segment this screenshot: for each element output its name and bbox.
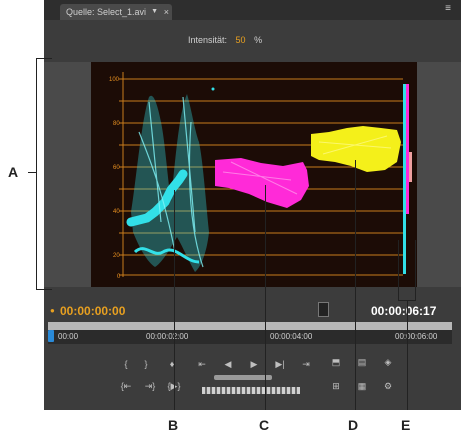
jog-wheel[interactable]: [202, 387, 300, 394]
intensity-value[interactable]: 50: [236, 35, 246, 45]
scale-label: 60: [113, 165, 120, 171]
ruler-label: 00:00:06:00: [395, 332, 438, 341]
ruler-label: 00:00:04:00: [270, 332, 313, 341]
close-icon[interactable]: ×: [164, 4, 169, 20]
playhead-marker-icon: ●: [50, 306, 55, 315]
scale-label: 20: [113, 253, 120, 259]
panel-menu-icon[interactable]: ≡: [445, 3, 451, 14]
scope-gutter-left: [44, 62, 91, 287]
waveform-scope: 100 80 60 40 20 0: [91, 62, 417, 287]
go-to-in-icon[interactable]: ⇤: [194, 358, 210, 370]
leader-e: [407, 300, 408, 410]
magenta-trace: [215, 158, 309, 208]
tab-label: Quelle: Select_1.avi: [66, 7, 147, 17]
cyan-trace: [126, 87, 215, 272]
bracket-a-tick: [28, 172, 37, 173]
ruler-label: 00:00:02:00: [146, 332, 189, 341]
callout-a: A: [8, 164, 19, 180]
intensity-label: Intensität:: [188, 35, 228, 45]
step-forward-icon[interactable]: ▶|: [272, 358, 288, 370]
output-icon[interactable]: ▦: [354, 380, 370, 392]
bracket-a-vertical: [36, 58, 37, 290]
playhead-handle[interactable]: [48, 330, 54, 342]
step-back-icon[interactable]: ◀: [220, 358, 236, 370]
channel-bars: [403, 84, 412, 274]
shuttle-slider[interactable]: [214, 375, 272, 380]
callout-e: E: [401, 417, 411, 433]
tab-source[interactable]: Quelle: Select_1.avi ▼ ×: [60, 4, 172, 20]
scale-label: 40: [113, 209, 120, 215]
scope-scale-labels: 100 80 60 40 20 0: [109, 77, 121, 280]
zoom-toggle-button[interactable]: [318, 302, 329, 317]
mark-in-icon[interactable]: {: [118, 358, 134, 370]
waveform-svg: 100 80 60 40 20 0: [109, 72, 412, 280]
timeline-ruler[interactable]: [48, 322, 452, 330]
insert-icon[interactable]: ⬒: [328, 356, 344, 368]
set-marker-icon[interactable]: ♦: [164, 358, 180, 370]
go-to-prev-marker-icon[interactable]: {⇤: [118, 380, 134, 392]
bracket-e-right: [415, 240, 416, 300]
yellow-trace: [311, 126, 401, 172]
export-frame-icon[interactable]: ◈: [380, 356, 396, 368]
leader-b: [174, 190, 175, 410]
bracket-a-top: [36, 58, 52, 59]
ruler-label: 00:00: [58, 332, 79, 341]
settings-icon[interactable]: ⚙: [380, 380, 396, 392]
go-to-next-marker-icon[interactable]: ⇥}: [142, 380, 158, 392]
play-icon[interactable]: ▶: [246, 358, 262, 370]
callout-b: B: [168, 417, 179, 433]
callout-d: D: [348, 417, 359, 433]
intensity-control: Intensität: 50 %: [188, 35, 262, 45]
current-timecode[interactable]: 00:00:00:00: [60, 304, 125, 318]
safe-margins-icon[interactable]: ⊞: [328, 380, 344, 392]
scale-label: 80: [113, 121, 120, 127]
leader-d: [355, 160, 356, 410]
bracket-a-bottom: [36, 289, 52, 290]
timeline-track[interactable]: [48, 330, 452, 344]
duration-timecode: 00:00:06:17: [371, 304, 437, 318]
tab-bar: Quelle: Select_1.avi ▼ × ≡: [44, 0, 461, 20]
scope-gutter-right: [417, 62, 461, 287]
callout-c: C: [259, 417, 270, 433]
overlay-icon[interactable]: ▤: [354, 356, 370, 368]
mark-out-icon[interactable]: }: [138, 358, 154, 370]
intensity-unit: %: [254, 35, 263, 45]
dropdown-arrow-icon[interactable]: ▼: [151, 4, 158, 20]
leader-c: [265, 185, 266, 410]
scale-label: 100: [109, 77, 120, 83]
bracket-e-left: [398, 240, 399, 300]
go-to-out-icon[interactable]: ⇥: [298, 358, 314, 370]
